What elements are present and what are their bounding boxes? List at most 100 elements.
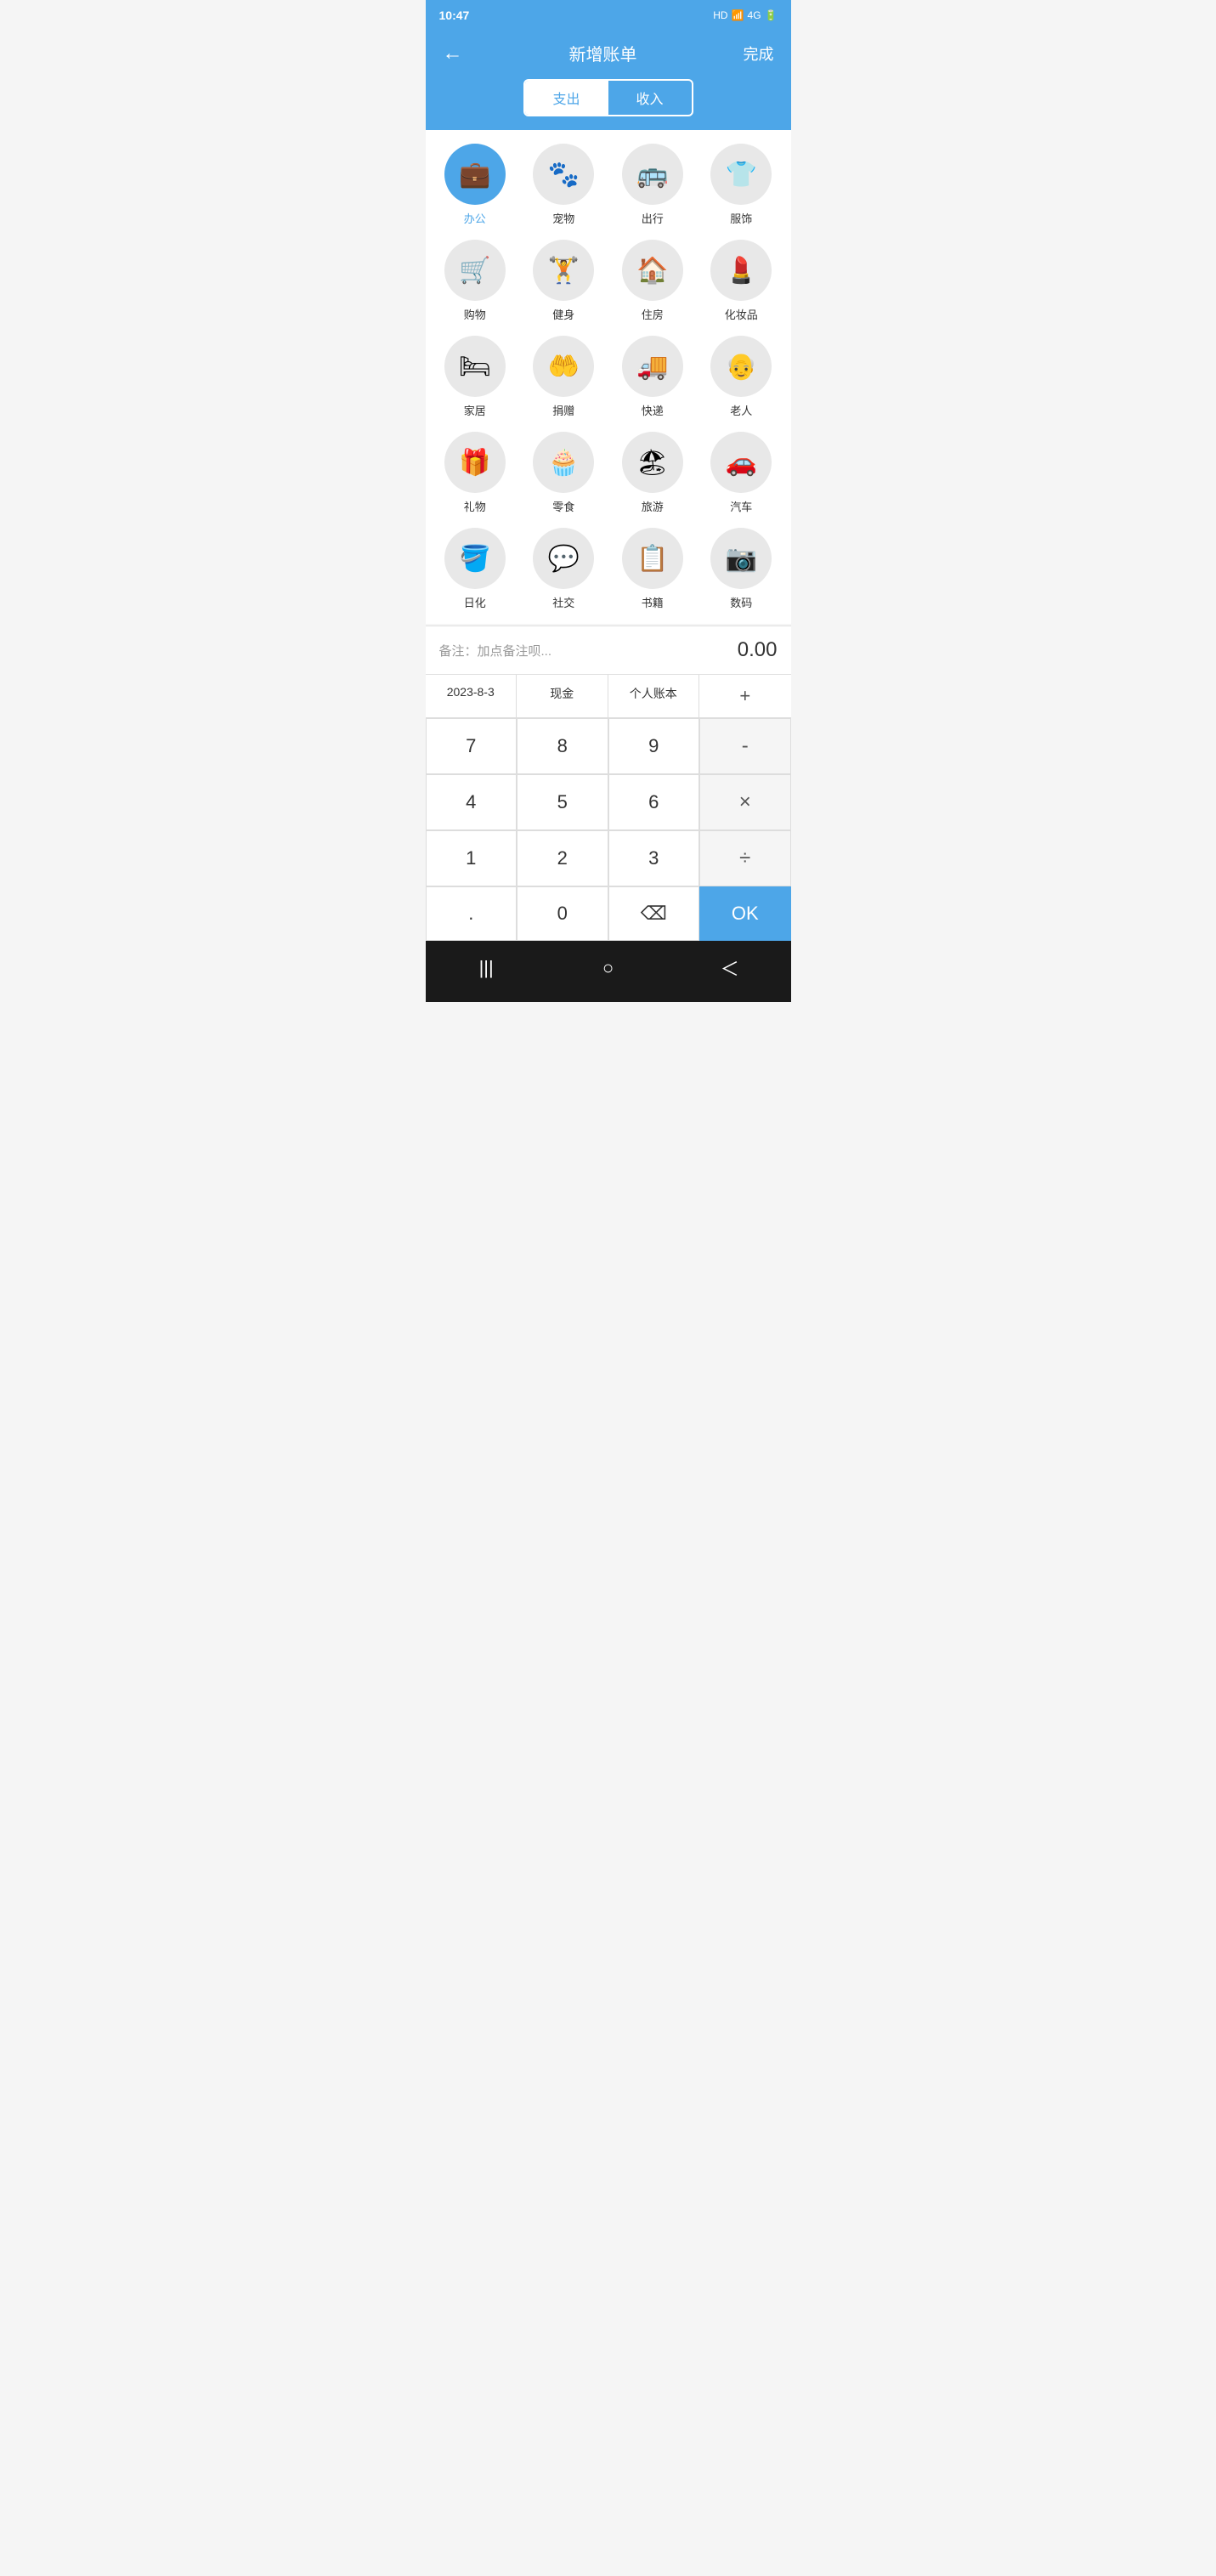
category-item-服饰[interactable]: 👕服饰: [700, 144, 783, 226]
category-label-化妆品: 化妆品: [725, 306, 758, 322]
category-item-住房[interactable]: 🏠 住房: [612, 240, 694, 322]
category-item-老人[interactable]: 👴 老人: [700, 336, 783, 418]
category-label-旅游: 旅游: [642, 498, 664, 514]
calc-grid: 7 8 9 - 4 5 6 × 1 2 3 ÷ . 0 ⌫ OK: [426, 718, 791, 941]
category-item-健身[interactable]: 🏋健身: [523, 240, 605, 322]
category-icon-数码: 📷: [710, 528, 772, 589]
back-button[interactable]: ←: [443, 42, 463, 65]
nav-home-icon[interactable]: ○: [591, 951, 625, 985]
amount-display: 0.00: [738, 638, 778, 662]
category-icon-健身: 🏋: [533, 240, 594, 301]
category-label-社交: 社交: [552, 594, 574, 610]
add-cell[interactable]: +: [699, 675, 791, 717]
btn-3[interactable]: 3: [608, 830, 700, 886]
remark-bar: 备注：加点备注呗... 0.00: [426, 626, 791, 675]
category-icon-零食: 🧁: [533, 432, 594, 493]
category-icon-日化: 🪣: [444, 528, 506, 589]
category-label-家居: 家居: [464, 402, 486, 418]
btn-6[interactable]: 6: [608, 774, 700, 830]
category-item-捐赠[interactable]: 🤲 捐赠: [523, 336, 605, 418]
btn-0[interactable]: 0: [517, 886, 608, 941]
btn-4[interactable]: 4: [426, 774, 518, 830]
category-icon-老人: 👴: [710, 336, 772, 397]
btn-minus[interactable]: -: [699, 718, 791, 774]
category-item-快递[interactable]: 🚚快递: [612, 336, 694, 418]
payment-cell[interactable]: 现金: [517, 675, 608, 717]
category-label-老人: 老人: [730, 402, 752, 418]
category-icon-快递: 🚚: [622, 336, 683, 397]
tab-bar: 支出 收入: [426, 79, 791, 130]
tab-toggle: 支出 收入: [523, 79, 693, 116]
btn-divide[interactable]: ÷: [699, 830, 791, 886]
hd-badge: HD: [713, 9, 727, 21]
remark-placeholder[interactable]: 加点备注呗...: [478, 644, 552, 659]
done-button[interactable]: 完成: [744, 42, 774, 65]
btn-backspace[interactable]: ⌫: [608, 886, 700, 941]
btn-1[interactable]: 1: [426, 830, 518, 886]
category-label-购物: 购物: [464, 306, 486, 322]
btn-multiply[interactable]: ×: [699, 774, 791, 830]
nav-bar: ||| ○ ＜: [426, 941, 791, 1002]
category-label-宠物: 宠物: [552, 210, 574, 226]
status-time: 10:47: [439, 8, 470, 22]
category-label-零食: 零食: [552, 498, 574, 514]
btn-ok[interactable]: OK: [699, 886, 791, 941]
category-item-日化[interactable]: 🪣 日化: [434, 528, 517, 610]
category-item-办公[interactable]: 💼 办公: [434, 144, 517, 226]
account-cell[interactable]: 个人账本: [608, 675, 700, 717]
remark-label: 备注：加点备注呗...: [439, 642, 552, 660]
nav-back-icon[interactable]: ＜: [713, 951, 747, 985]
category-item-数码[interactable]: 📷 数码: [700, 528, 783, 610]
category-icon-宠物: 🐾: [533, 144, 594, 205]
category-label-汽车: 汽车: [730, 498, 752, 514]
nav-menu-icon[interactable]: |||: [469, 951, 503, 985]
category-icon-出行: 🚌: [622, 144, 683, 205]
category-label-捐赠: 捐赠: [552, 402, 574, 418]
btn-2[interactable]: 2: [517, 830, 608, 886]
category-item-化妆品[interactable]: 💄化妆品: [700, 240, 783, 322]
btn-9[interactable]: 9: [608, 718, 700, 774]
category-item-购物[interactable]: 🛒购物: [434, 240, 517, 322]
date-cell[interactable]: 2023-8-3: [426, 675, 518, 717]
status-icons: HD 📶 4G 🔋: [713, 9, 777, 21]
header: ← 新增账单 完成: [426, 31, 791, 79]
category-label-办公: 办公: [464, 210, 486, 226]
category-icon-服饰: 👕: [710, 144, 772, 205]
wifi-icon: 📶: [732, 9, 744, 21]
calc-info-row: 2023-8-3 现金 个人账本 +: [426, 675, 791, 718]
battery-icon: 🔋: [765, 9, 778, 21]
category-label-数码: 数码: [730, 594, 752, 610]
tab-income[interactable]: 收入: [608, 81, 692, 115]
category-icon-捐赠: 🤲: [533, 336, 594, 397]
category-icon-住房: 🏠: [622, 240, 683, 301]
category-icon-办公: 💼: [444, 144, 506, 205]
category-item-宠物[interactable]: 🐾 宠物: [523, 144, 605, 226]
category-icon-社交: 💬: [533, 528, 594, 589]
category-item-书籍[interactable]: 📋书籍: [612, 528, 694, 610]
status-bar: 10:47 HD 📶 4G 🔋: [426, 0, 791, 31]
category-item-社交[interactable]: 💬 社交: [523, 528, 605, 610]
category-item-汽车[interactable]: 🚗 汽车: [700, 432, 783, 514]
category-icon-书籍: 📋: [622, 528, 683, 589]
calculator: 2023-8-3 现金 个人账本 + 7 8 9 - 4 5 6 × 1 2 3…: [426, 675, 791, 941]
remark-prefix: 备注：: [439, 644, 478, 659]
category-item-零食[interactable]: 🧁 零食: [523, 432, 605, 514]
category-icon-旅游: 🏖: [622, 432, 683, 493]
category-grid: 💼 办公 🐾 宠物 🚌 出行 👕服饰 🛒购物🏋健身 🏠 住房 💄化妆品 🛏家居 🤲 捐赠 🚚快递 👴 老人 🎁 礼物…: [426, 130, 791, 624]
tab-expense[interactable]: 支出: [525, 81, 608, 115]
category-item-旅游[interactable]: 🏖 旅游: [612, 432, 694, 514]
btn-5[interactable]: 5: [517, 774, 608, 830]
category-item-出行[interactable]: 🚌 出行: [612, 144, 694, 226]
category-icon-汽车: 🚗: [710, 432, 772, 493]
btn-7[interactable]: 7: [426, 718, 518, 774]
category-icon-礼物: 🎁: [444, 432, 506, 493]
category-label-礼物: 礼物: [464, 498, 486, 514]
category-item-礼物[interactable]: 🎁 礼物: [434, 432, 517, 514]
category-label-出行: 出行: [642, 210, 664, 226]
category-item-家居[interactable]: 🛏家居: [434, 336, 517, 418]
page-title: 新增账单: [569, 41, 637, 65]
category-label-日化: 日化: [464, 594, 486, 610]
category-label-住房: 住房: [642, 306, 664, 322]
btn-8[interactable]: 8: [517, 718, 608, 774]
btn-dot[interactable]: .: [426, 886, 518, 941]
